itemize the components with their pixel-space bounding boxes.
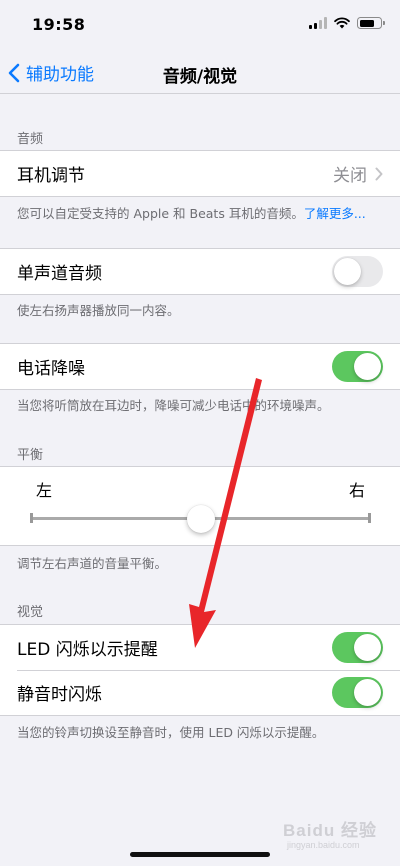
balance-group: 左 右 xyxy=(0,466,400,546)
balance-slider-thumb[interactable] xyxy=(187,505,215,533)
slider-right-cap xyxy=(368,513,371,523)
headphone-group: 耳机调节 关闭 xyxy=(0,150,400,197)
led-flash-row: LED 闪烁以示提醒 xyxy=(0,625,400,670)
phone-noise-label: 电话降噪 xyxy=(17,359,85,379)
mono-audio-toggle[interactable] xyxy=(332,256,383,287)
navigation-bar: 辅助功能 音频/视觉 xyxy=(0,50,400,94)
phone-noise-row: 电话降噪 xyxy=(0,344,400,389)
status-bar: 19:58 xyxy=(0,0,400,50)
headphone-footer: 您可以自定受支持的 Apple 和 Beats 耳机的音频。了解更多... xyxy=(17,205,386,223)
cellular-signal-icon xyxy=(309,17,327,29)
status-icons xyxy=(309,17,385,29)
visual-group: LED 闪烁以示提醒 静音时闪烁 xyxy=(0,624,400,716)
headphone-accommodations-value: 关闭 xyxy=(333,166,367,186)
phone-noise-footer: 当您将听筒放在耳边时，降噪可减少电话中的环境噪声。 xyxy=(17,398,330,413)
balance-right-label: 右 xyxy=(348,481,365,500)
section-header-balance: 平衡 xyxy=(17,448,44,463)
chevron-right-icon xyxy=(375,167,383,180)
mono-audio-footer: 使左右扬声器播放同一内容。 xyxy=(17,303,180,318)
battery-icon xyxy=(357,17,385,29)
slider-left-cap xyxy=(30,513,33,523)
mono-audio-group: 单声道音频 xyxy=(0,248,400,295)
balance-footer: 调节左右声道的音量平衡。 xyxy=(17,556,168,571)
headphone-footer-text: 您可以自定受支持的 Apple 和 Beats 耳机的音频。 xyxy=(17,206,304,221)
phone-noise-group: 电话降噪 xyxy=(0,343,400,390)
flash-on-silent-toggle[interactable] xyxy=(332,677,383,708)
status-time: 19:58 xyxy=(32,15,86,34)
section-header-visual: 视觉 xyxy=(17,605,44,620)
flash-on-silent-row: 静音时闪烁 xyxy=(0,670,400,715)
headphone-accommodations-label: 耳机调节 xyxy=(17,166,85,186)
wifi-icon xyxy=(334,17,350,29)
baidu-watermark-url: jingyan.baidu.com xyxy=(287,840,360,850)
balance-left-label: 左 xyxy=(36,481,53,500)
learn-more-link[interactable]: 了解更多... xyxy=(304,206,366,221)
mono-audio-label: 单声道音频 xyxy=(17,264,102,284)
led-flash-toggle[interactable] xyxy=(332,632,383,663)
led-flash-label: LED 闪烁以示提醒 xyxy=(17,640,158,660)
flash-on-silent-label: 静音时闪烁 xyxy=(17,685,102,705)
section-header-audio: 音频 xyxy=(17,132,44,147)
page-title: 音频/视觉 xyxy=(162,67,238,87)
phone-noise-toggle[interactable] xyxy=(332,351,383,382)
mono-audio-row: 单声道音频 xyxy=(0,249,400,294)
home-indicator[interactable] xyxy=(130,852,270,857)
headphone-accommodations-row[interactable]: 耳机调节 关闭 xyxy=(0,151,400,196)
baidu-watermark: Baidu 经验 xyxy=(283,821,377,840)
visual-footer: 当您的铃声切换设至静音时，使用 LED 闪烁以示提醒。 xyxy=(17,725,325,740)
